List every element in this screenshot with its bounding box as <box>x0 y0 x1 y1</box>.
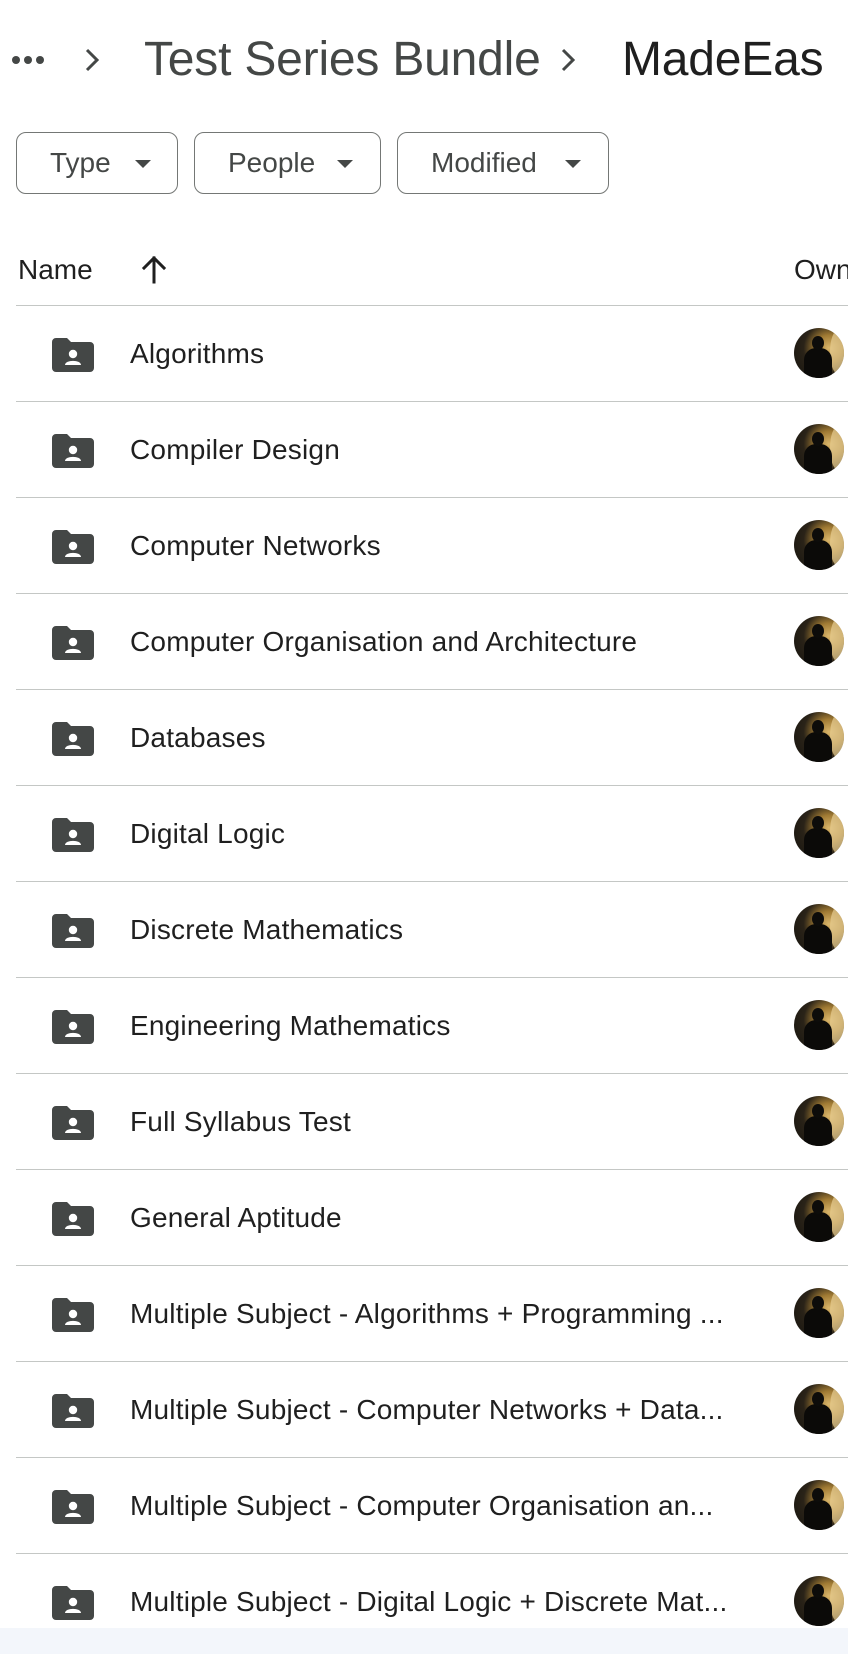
drive-folder-view: Test Series Bundle MadeEas Type People M… <box>0 0 848 1654</box>
breadcrumb-item-test-series-bundle[interactable]: Test Series Bundle <box>144 28 541 92</box>
owner-avatar[interactable] <box>794 1480 844 1530</box>
file-name: Computer Networks <box>130 530 381 561</box>
file-name: Algorithms <box>130 338 265 369</box>
shared-folder-icon <box>52 434 94 468</box>
shared-folder-icon <box>52 1586 94 1620</box>
shared-folder-icon <box>52 530 94 564</box>
file-name: Databases <box>130 722 266 753</box>
file-name: Engineering Mathematics <box>130 1010 451 1041</box>
more-horiz-icon[interactable] <box>10 50 46 70</box>
bottom-bar <box>0 1628 848 1654</box>
file-name: Digital Logic <box>130 818 286 849</box>
owner-avatar[interactable] <box>794 1384 844 1434</box>
owner-avatar[interactable] <box>794 1096 844 1146</box>
owner-avatar[interactable] <box>794 904 844 954</box>
table-row[interactable]: Discrete Mathematics <box>16 882 848 978</box>
table-row[interactable]: Multiple Subject - Computer Networks + D… <box>16 1362 848 1458</box>
table-row[interactable]: Full Syllabus Test <box>16 1074 848 1170</box>
owner-avatar[interactable] <box>794 808 844 858</box>
shared-folder-icon <box>52 1394 94 1428</box>
owner-avatar[interactable] <box>794 1000 844 1050</box>
table-row[interactable]: Algorithms <box>16 306 848 402</box>
shared-folder-icon <box>52 1298 94 1332</box>
file-name: Multiple Subject - Algorithms + Programm… <box>130 1298 724 1329</box>
shared-folder-icon <box>52 626 94 660</box>
modified-filter-chip[interactable]: Modified <box>397 132 609 194</box>
type-filter-chip[interactable]: Type <box>16 132 178 194</box>
table-row[interactable]: Computer Organisation and Architecture <box>16 594 848 690</box>
file-name: Multiple Subject - Computer Networks + D… <box>130 1394 724 1425</box>
people-filter-chip[interactable]: People <box>194 132 381 194</box>
file-name: Discrete Mathematics <box>130 914 404 945</box>
owner-avatar[interactable] <box>794 328 844 378</box>
table-row[interactable]: Engineering Mathematics <box>16 978 848 1074</box>
owner-avatar[interactable] <box>794 616 844 666</box>
owner-avatar[interactable] <box>794 712 844 762</box>
table-row[interactable]: Databases <box>16 690 848 786</box>
file-name: Full Syllabus Test <box>130 1106 351 1137</box>
dropdown-arrow-icon <box>565 160 581 168</box>
table-header: Name Own <box>16 236 848 306</box>
arrow-upward-icon[interactable] <box>138 250 170 290</box>
breadcrumb-item-current-folder[interactable]: MadeEas <box>622 28 824 92</box>
table-row[interactable]: Compiler Design <box>16 402 848 498</box>
table-row[interactable]: Multiple Subject - Algorithms + Programm… <box>16 1266 848 1362</box>
table-row[interactable]: Digital Logic <box>16 786 848 882</box>
table-row[interactable]: General Aptitude <box>16 1170 848 1266</box>
breadcrumb: Test Series Bundle MadeEas <box>0 0 848 120</box>
shared-folder-icon <box>52 1106 94 1140</box>
file-list: Algorithms Compiler Design Computer Netw… <box>16 306 848 1650</box>
modified-filter-label: Modified <box>431 147 537 178</box>
file-name: Computer Organisation and Architecture <box>130 626 638 657</box>
shared-folder-icon <box>52 338 94 372</box>
owner-avatar[interactable] <box>794 1576 844 1626</box>
column-header-name[interactable]: Name <box>18 250 93 290</box>
dropdown-arrow-icon <box>135 160 151 168</box>
type-filter-label: Type <box>50 147 111 178</box>
table-row[interactable]: Computer Networks <box>16 498 848 594</box>
shared-folder-icon <box>52 914 94 948</box>
shared-folder-icon <box>52 722 94 756</box>
file-name: Compiler Design <box>130 434 340 465</box>
shared-folder-icon <box>52 1490 94 1524</box>
table-row[interactable]: Multiple Subject - Computer Organisation… <box>16 1458 848 1554</box>
shared-folder-icon <box>52 818 94 852</box>
people-filter-label: People <box>228 147 316 178</box>
chevron-right-icon <box>85 48 100 72</box>
owner-avatar[interactable] <box>794 424 844 474</box>
owner-avatar[interactable] <box>794 1288 844 1338</box>
owner-avatar[interactable] <box>794 520 844 570</box>
shared-folder-icon <box>52 1010 94 1044</box>
file-name: General Aptitude <box>130 1202 342 1233</box>
owner-avatar[interactable] <box>794 1192 844 1242</box>
dropdown-arrow-icon <box>337 160 353 168</box>
chevron-right-icon <box>561 48 576 72</box>
file-name: Multiple Subject - Computer Organisation… <box>130 1490 714 1521</box>
column-header-owner[interactable]: Own <box>794 250 848 290</box>
shared-folder-icon <box>52 1202 94 1236</box>
